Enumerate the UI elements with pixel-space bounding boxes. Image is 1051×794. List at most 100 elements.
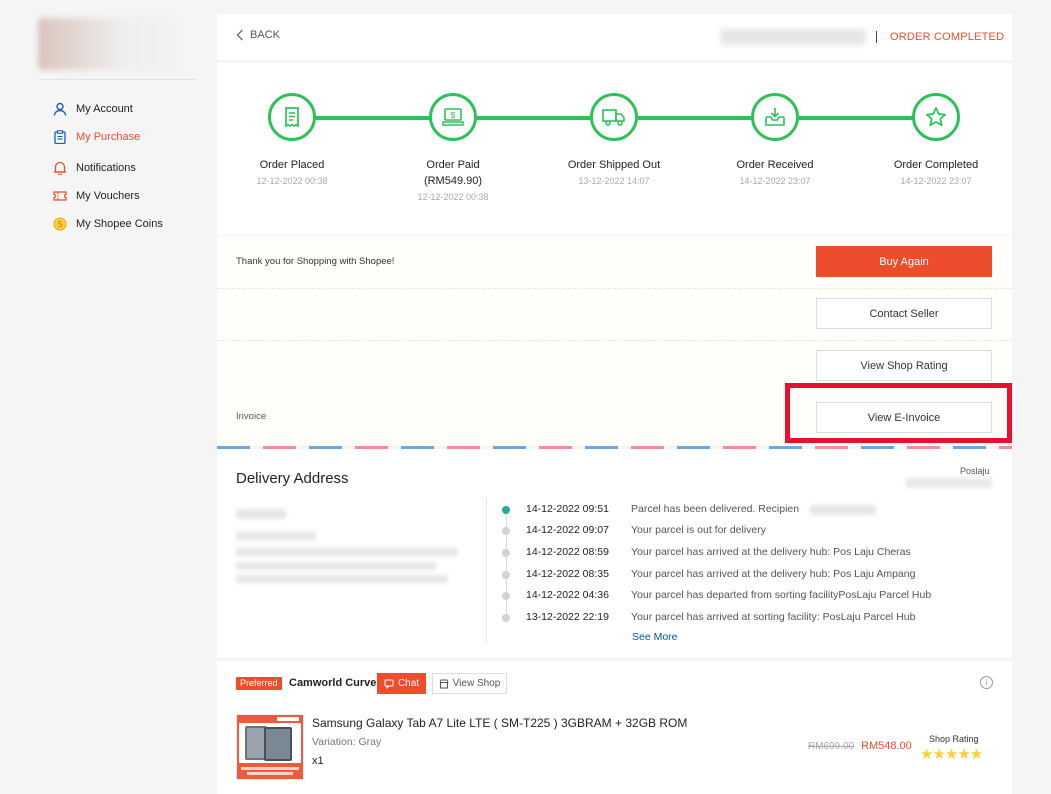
- svg-text:S: S: [57, 220, 62, 229]
- event-time: 13-12-2022 22:19: [526, 611, 609, 623]
- shop-name: Camworld Curve: [289, 677, 377, 689]
- svg-text:$: $: [451, 111, 456, 120]
- progress-line: [799, 116, 913, 120]
- user-icon: [52, 101, 68, 117]
- event-desc: Parcel has been delivered. Recipien: [631, 503, 800, 515]
- info-icon[interactable]: i: [980, 676, 993, 689]
- back-button[interactable]: BACK: [236, 29, 280, 41]
- header-divider: [876, 31, 877, 43]
- chat-label: Chat: [397, 678, 420, 689]
- step-label: Order Paid: [426, 159, 480, 171]
- timeline-dot: [502, 506, 510, 514]
- product-title[interactable]: Samsung Galaxy Tab A7 Lite LTE ( SM-T225…: [312, 716, 687, 730]
- highlight-box: [785, 383, 1012, 443]
- divider: [217, 340, 1012, 342]
- order-status: ORDER COMPLETED: [890, 31, 1005, 43]
- chevron-left-icon: [236, 29, 243, 41]
- back-label: BACK: [250, 29, 280, 41]
- recipient-phone: [236, 532, 316, 540]
- timeline-dot: [502, 527, 510, 535]
- step-date: 13-12-2022 14:07: [578, 176, 650, 186]
- contact-seller-button[interactable]: Contact Seller: [816, 298, 992, 329]
- step-date: 12-12-2022 00:38: [417, 192, 489, 202]
- receipt-icon: [285, 107, 299, 128]
- sidebar-item-notifications[interactable]: Notifications: [52, 158, 136, 178]
- shop-icon: [439, 679, 449, 688]
- sidebar-item-my-account[interactable]: My Account: [52, 99, 133, 119]
- delivery-address-title: Delivery Address: [236, 470, 349, 487]
- tablet-product-image: [237, 715, 303, 779]
- view-shop-rating-button[interactable]: View Shop Rating: [816, 350, 992, 381]
- clipboard-icon: [52, 129, 68, 145]
- event-desc: Your parcel has arrived at sorting facil…: [631, 611, 916, 623]
- step-order-received: [751, 93, 799, 141]
- ticket-icon: [52, 188, 68, 204]
- address-line: [236, 548, 458, 556]
- progress-line: [316, 116, 430, 120]
- bell-icon: [52, 160, 68, 176]
- sidebar-item-my-vouchers[interactable]: My Vouchers: [52, 186, 140, 206]
- step-order-placed: [268, 93, 316, 141]
- step-order-paid: $: [429, 93, 477, 141]
- timeline-dot: [502, 549, 510, 557]
- event-time: 14-12-2022 09:07: [526, 524, 609, 536]
- product-quantity: x1: [312, 755, 324, 767]
- see-more-link[interactable]: See More: [632, 631, 678, 643]
- sidebar-item-my-shopee-coins[interactable]: S My Shopee Coins: [52, 214, 163, 234]
- thank-you-text: Thank you for Shopping with Shopee!: [236, 256, 395, 267]
- sidebar-item-label: My Account: [76, 103, 133, 115]
- timeline-dot: [502, 614, 510, 622]
- sidebar-item-label: My Purchase: [76, 131, 141, 143]
- sidebar: My Account My Purchase Notifications My …: [0, 0, 210, 794]
- avatar[interactable]: [38, 18, 176, 70]
- address-line: [236, 562, 436, 570]
- step-label: Order Completed: [893, 159, 979, 171]
- event-desc: Your parcel has arrived at the delivery …: [631, 568, 916, 580]
- preferred-badge: Preferred: [236, 677, 282, 690]
- event-desc: Your parcel has departed from sorting fa…: [631, 589, 932, 601]
- sidebar-divider: [40, 79, 196, 80]
- step-date: 14-12-2022 23:07: [739, 176, 811, 186]
- money-icon: $: [442, 108, 464, 126]
- chat-icon: [384, 679, 394, 689]
- timeline-dot: [502, 571, 510, 579]
- section-divider: [486, 498, 487, 644]
- sidebar-item-my-purchase[interactable]: My Purchase: [52, 127, 140, 147]
- sidebar-item-label: Notifications: [76, 162, 136, 174]
- event-desc: Your parcel has arrived at the delivery …: [631, 546, 911, 558]
- order-tracker: [217, 63, 1012, 235]
- event-desc: Your parcel is out for delivery: [631, 524, 767, 536]
- inbox-download-icon: [765, 108, 785, 126]
- step-order-completed: [912, 93, 960, 141]
- step-date: 12-12-2022 00:38: [256, 176, 328, 186]
- star-rating: ★★★★★: [920, 746, 983, 763]
- view-shop-label: View Shop: [452, 678, 501, 689]
- sidebar-item-label: My Shopee Coins: [76, 218, 163, 230]
- progress-line: [638, 116, 752, 120]
- step-amount: (RM549.90): [423, 175, 483, 187]
- divider: [217, 288, 1012, 290]
- timeline-dot: [502, 592, 510, 600]
- invoice-label: Invoice: [236, 411, 267, 422]
- star-icon: [925, 107, 947, 127]
- product-image[interactable]: [236, 714, 304, 780]
- event-time: 14-12-2022 09:51: [526, 503, 609, 515]
- progress-line: [477, 116, 591, 120]
- tracking-number: [906, 478, 992, 488]
- chat-button[interactable]: Chat: [377, 673, 426, 694]
- original-price: RM699.00: [808, 741, 855, 752]
- view-shop-button[interactable]: View Shop: [432, 673, 507, 694]
- truck-icon: [602, 109, 625, 126]
- address-line: [236, 575, 448, 583]
- step-label: Order Placed: [259, 159, 325, 171]
- buy-again-button[interactable]: Buy Again: [816, 246, 992, 277]
- step-order-shipped: [590, 93, 638, 141]
- product-variation: Variation: Gray: [312, 736, 382, 748]
- courier-name: Poslaju: [960, 466, 990, 476]
- coin-icon: S: [52, 216, 68, 232]
- order-id: [720, 29, 866, 45]
- step-label: Order Received: [736, 159, 814, 171]
- shop-rating-label: Shop Rating: [929, 734, 979, 744]
- discounted-price: RM548.00: [861, 740, 912, 752]
- event-time: 14-12-2022 08:35: [526, 568, 609, 580]
